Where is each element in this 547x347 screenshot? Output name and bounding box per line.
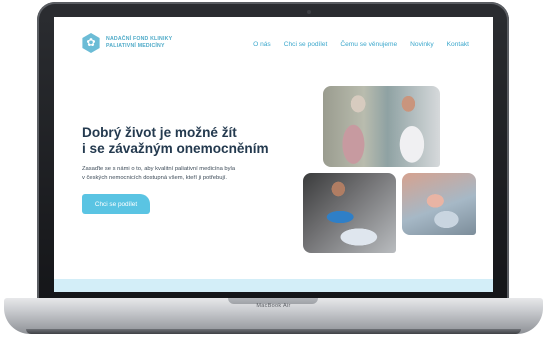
device-model-label: MacBook Air bbox=[256, 303, 291, 309]
nav-item-o-nas[interactable]: O nás bbox=[253, 41, 271, 48]
photo-nurse-care bbox=[303, 173, 396, 253]
cta-button[interactable]: Chci se podílet bbox=[82, 194, 150, 214]
logo-text: NADAČNÍ FOND KLINIKY PALIATIVNÍ MEDICÍNY bbox=[106, 36, 172, 50]
photo-patient-with-doctor bbox=[323, 86, 440, 167]
site-logo[interactable]: ✿ NADAČNÍ FOND KLINIKY PALIATIVNÍ MEDICÍ… bbox=[81, 33, 172, 53]
hero-description: Zasaďte se s námi o to, aby kvalitní pal… bbox=[82, 165, 282, 183]
hero-title-line-1: Dobrý život je možné žít bbox=[82, 125, 237, 140]
hero-text-line-1: Zasaďte se s námi o to, aby kvalitní pal… bbox=[82, 166, 236, 172]
camera-icon bbox=[307, 10, 311, 14]
logo-line-2: PALIATIVNÍ MEDICÍNY bbox=[106, 43, 165, 49]
photo-hands-care bbox=[402, 173, 476, 235]
hero-title-line-2: i se závažným onemocněním bbox=[82, 141, 269, 156]
hero-text-line-2: v českých nemocnicích dostupná všem, kte… bbox=[82, 175, 227, 181]
main-nav: O nás Chci se podílet Čemu se věnujeme N… bbox=[253, 41, 469, 48]
nav-item-kontakt[interactable]: Kontakt bbox=[447, 41, 469, 48]
nav-item-chci-se-podilet[interactable]: Chci se podílet bbox=[284, 41, 328, 48]
logo-line-1: NADAČNÍ FOND KLINIKY bbox=[106, 36, 173, 42]
laptop-screen: ✿ NADAČNÍ FOND KLINIKY PALIATIVNÍ MEDICÍ… bbox=[54, 17, 493, 292]
nav-item-novinky[interactable]: Novinky bbox=[410, 41, 433, 48]
laptop-base-edge bbox=[26, 329, 521, 334]
nav-item-cemu-se-venujeme[interactable]: Čemu se věnujeme bbox=[340, 41, 397, 48]
hexagon-logo-icon: ✿ bbox=[82, 33, 100, 53]
section-band bbox=[54, 279, 493, 292]
hero-title: Dobrý život je možné žít i se závažným o… bbox=[82, 125, 269, 157]
